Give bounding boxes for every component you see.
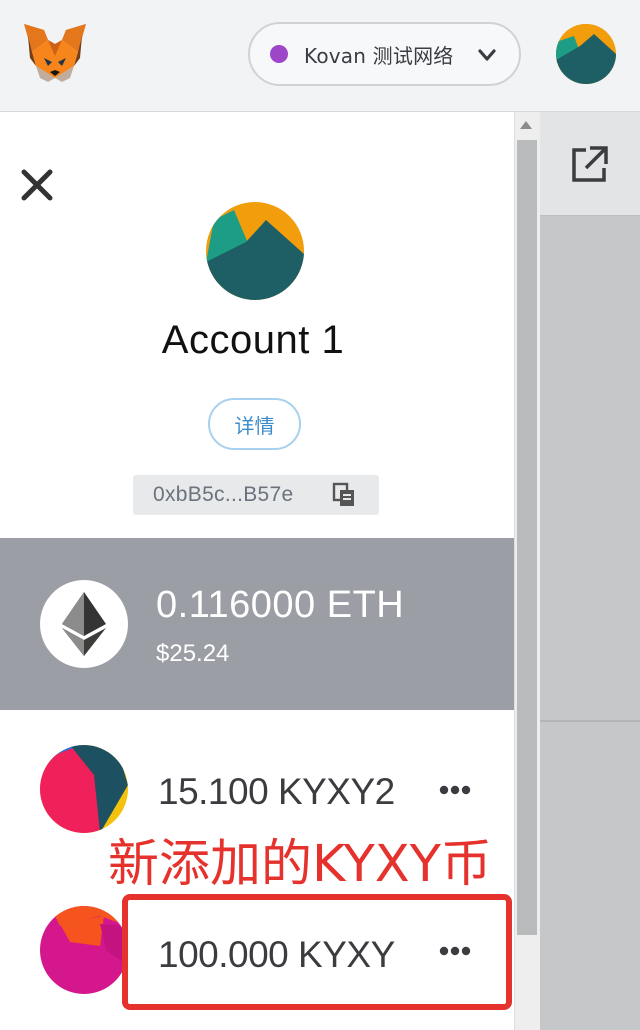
close-icon[interactable] bbox=[18, 166, 56, 204]
eth-balance-row[interactable]: 0.116000 ETH $25.24 bbox=[0, 538, 514, 710]
details-button[interactable]: 详情 bbox=[208, 398, 301, 450]
address-text: 0xbB5c...B57e bbox=[153, 483, 294, 506]
account-address[interactable]: 0xbB5c...B57e bbox=[133, 475, 379, 515]
token-symbol: KYXY2 bbox=[277, 771, 395, 812]
eth-amount: 0.116000 ETH bbox=[156, 584, 405, 626]
app-header: Kovan 测试网络 bbox=[0, 0, 640, 112]
account-avatar[interactable] bbox=[556, 24, 616, 84]
scrollbar-thumb[interactable] bbox=[517, 140, 537, 935]
account-name: Account 1 bbox=[161, 318, 345, 362]
metamask-fox-icon[interactable] bbox=[22, 22, 88, 84]
token-amount: 15.100 bbox=[158, 771, 269, 812]
external-link-icon[interactable] bbox=[568, 144, 610, 186]
chevron-down-icon bbox=[478, 49, 496, 61]
token-identicon bbox=[40, 745, 128, 833]
account-avatar-large bbox=[206, 202, 304, 300]
network-selector[interactable]: Kovan 测试网络 bbox=[248, 22, 521, 86]
network-label: Kovan 测试网络 bbox=[304, 43, 454, 68]
eth-icon bbox=[40, 580, 128, 668]
copy-icon[interactable] bbox=[331, 482, 357, 508]
network-status-dot bbox=[270, 45, 288, 63]
token-identicon bbox=[40, 906, 128, 994]
background-page bbox=[540, 112, 640, 1030]
eth-fiat-value: $25.24 bbox=[156, 640, 230, 667]
more-icon[interactable] bbox=[438, 781, 472, 799]
scroll-up-arrow-icon[interactable] bbox=[518, 118, 534, 132]
token-balance: 15.100 KYXY2 bbox=[158, 771, 395, 813]
annotation-label: 新添加的KYXY币 bbox=[108, 835, 492, 894]
annotation-highlight-box bbox=[122, 894, 512, 1010]
divider bbox=[540, 720, 640, 722]
